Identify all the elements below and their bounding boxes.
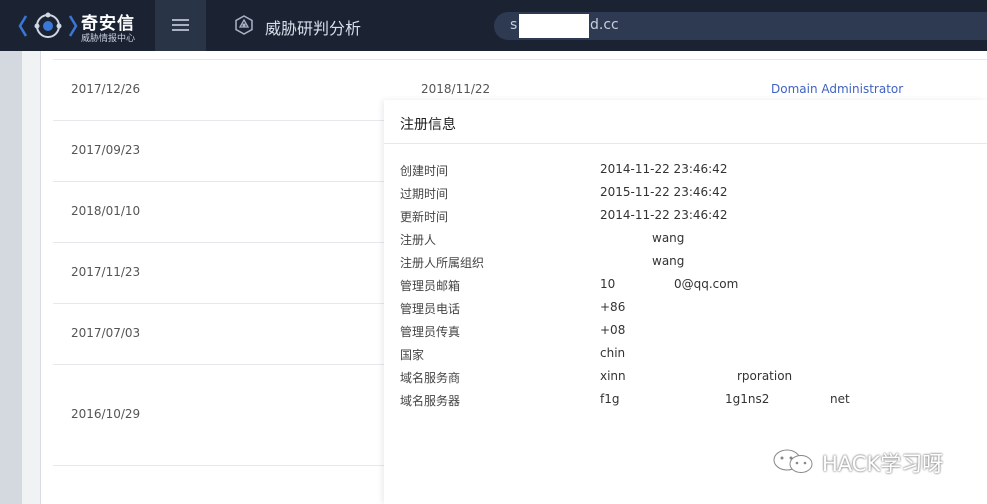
field-value: 2014-11-22 23:46:42 — [600, 162, 728, 176]
info-row-admin-email: 管理员邮箱 10 0@qq.com — [400, 277, 980, 295]
created-date: 2017/09/23 — [71, 143, 141, 157]
info-row-expires: 过期时间 2015-11-22 23:46:42 — [400, 185, 980, 203]
registration-info-modal: 注册信息 创建时间 2014-11-22 23:46:42 过期时间 2015-… — [384, 100, 987, 504]
field-label: 过期时间 — [400, 187, 449, 201]
sidebar-collapsed — [0, 51, 22, 504]
created-date: 2016/10/29 — [71, 407, 141, 421]
field-value: chin — [600, 346, 626, 360]
field-value: wang — [652, 254, 685, 268]
created-date: 2017/11/23 — [71, 265, 141, 279]
field-value: +08 — [600, 323, 626, 337]
field-value-suffix: 0@qq.com — [674, 277, 739, 291]
field-label: 管理员电话 — [400, 302, 461, 316]
info-row-created: 创建时间 2014-11-22 23:46:42 — [400, 162, 980, 180]
field-value: f1g — [600, 392, 620, 406]
info-row-country: 国家 chin — [400, 346, 980, 364]
module-title: 威胁研判分析 — [265, 19, 362, 38]
field-value-suffix: rporation — [737, 369, 793, 383]
field-value: 2014-11-22 23:46:42 — [600, 208, 728, 222]
field-value: wang — [652, 231, 685, 245]
brand-logo[interactable]: 奇安信 威胁情报中心 — [0, 0, 155, 51]
modal-header: 注册信息 — [384, 100, 987, 144]
role-link[interactable]: Domain Administrator — [771, 82, 903, 96]
field-label: 注册人 — [400, 233, 437, 247]
content-gutter — [22, 51, 40, 504]
threat-analysis-icon — [235, 15, 253, 35]
wechat-icon — [773, 449, 813, 473]
table-row — [53, 51, 987, 60]
info-row-organization: 注册人所属组织 wang — [400, 254, 980, 272]
created-date: 2018/01/10 — [71, 204, 141, 218]
field-label: 创建时间 — [400, 164, 449, 178]
info-row-registrant: 注册人 wang — [400, 231, 980, 249]
info-row-updated: 更新时间 2014-11-22 23:46:42 — [400, 208, 980, 226]
field-value: 10 — [600, 277, 616, 291]
search-text-prefix: s — [510, 17, 518, 33]
field-value-suffix: net — [830, 392, 850, 406]
info-row-admin-fax: 管理员传真 +08 — [400, 323, 980, 341]
modal-title: 注册信息 — [400, 117, 456, 133]
field-value: 2015-11-22 23:46:42 — [600, 185, 728, 199]
logo-subtitle: 威胁情报中心 — [81, 34, 136, 44]
field-value-suffix: 1g1ns2 — [725, 392, 770, 406]
field-value: xinn — [600, 369, 626, 383]
top-navigation-bar: 奇安信 威胁情报中心 威胁研判分析 s d.cc — [0, 0, 987, 51]
created-date: 2017/12/26 — [71, 82, 141, 96]
updated-date: 2018/11/22 — [421, 82, 491, 96]
field-label: 更新时间 — [400, 210, 449, 224]
field-label: 域名服务商 — [400, 371, 461, 385]
field-label: 管理员传真 — [400, 325, 461, 339]
info-row-admin-phone: 管理员电话 +86 — [400, 300, 980, 318]
redaction-mask — [519, 14, 589, 38]
created-date: 2017/07/03 — [71, 326, 141, 340]
search-text-suffix: d.cc — [590, 17, 619, 33]
info-row-nameserver: 域名服务器 f1g 1g1ns2 net — [400, 392, 980, 410]
info-row-registrar: 域名服务商 xinn rporation — [400, 369, 980, 387]
field-value: +86 — [600, 300, 626, 314]
field-label: 域名服务器 — [400, 394, 461, 408]
search-input[interactable]: s d.cc — [494, 12, 987, 40]
menu-toggle-button[interactable] — [155, 0, 206, 51]
field-label: 注册人所属组织 — [400, 256, 485, 270]
watermark-text: HACK学习呀 — [822, 452, 944, 476]
field-label: 管理员邮箱 — [400, 279, 461, 293]
field-label: 国家 — [400, 348, 425, 362]
menu-icon — [172, 19, 189, 21]
qianxin-logo-icon — [18, 12, 78, 38]
